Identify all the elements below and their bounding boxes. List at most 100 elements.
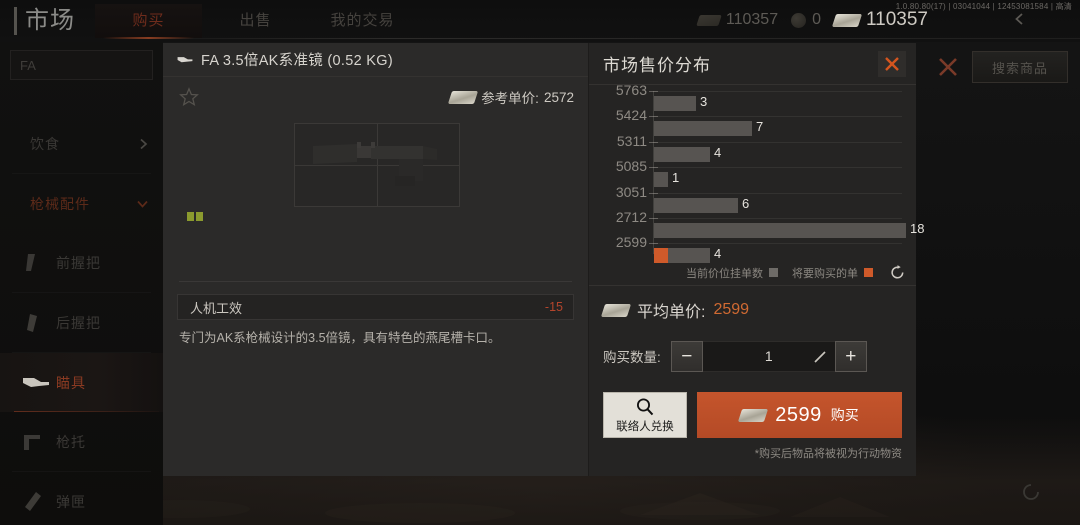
tab-sell[interactable]: 出售 (202, 4, 309, 38)
chart-value-label: 1 (672, 170, 680, 186)
reference-price-value: 2572 (543, 89, 574, 105)
sidebar-item-scope[interactable]: 瞄具 (0, 353, 163, 412)
item-subheader: 参考单价: 2572 (163, 77, 588, 117)
average-price-value: 2599 (713, 301, 750, 318)
action-buttons: 联络人兑换 2599 购买 (589, 380, 916, 438)
pencil-icon[interactable] (813, 350, 827, 364)
legend-swatch (864, 268, 873, 277)
currency-coin: 0 (791, 11, 821, 29)
chart-value-label: 6 (742, 195, 750, 211)
average-price-label: 平均单价: (637, 304, 706, 321)
stat-row: 人机工效 -15 (177, 294, 574, 320)
chart-axis-tick (649, 91, 658, 92)
chart-y-tick-label: 5763 (615, 82, 647, 98)
sidebar-item-magazine[interactable]: 弹匣 (0, 472, 163, 525)
chart-axis-tick (649, 116, 658, 118)
game-market-screen: 市场 购买 出售 我的交易 110357 0 110357 1.0.80.80(… (0, 0, 1080, 525)
item-grid-cell (294, 123, 460, 207)
chart-y-tick-label: 2712 (615, 208, 647, 225)
magazine-icon (22, 490, 56, 514)
close-panel-button[interactable] (878, 50, 906, 77)
chart-bar-row: 2599 4 (597, 234, 906, 268)
scope-icon (22, 375, 56, 391)
market-price-panel: 市场售价分布 5763 3 5424 7 5311 4 5085 1 3051 6 2712 18 25… (589, 43, 924, 476)
contact-exchange-button[interactable]: 联络人兑换 (603, 392, 687, 438)
panel-header: 市场售价分布 (589, 43, 916, 85)
search-input[interactable]: FA (10, 50, 153, 80)
top-bar: 市场 购买 出售 我的交易 110357 0 110357 1.0.80.80(… (0, 0, 1080, 42)
average-price-row: 平均单价: 2599 (589, 288, 916, 332)
chart-gridline (653, 91, 902, 92)
chevron-right-icon (140, 138, 148, 149)
chart-y-tick-label: 5424 (615, 107, 647, 124)
currency-cash-main: 110357 (831, 9, 928, 31)
cash-icon (831, 13, 863, 27)
stat-value: -15 (544, 300, 563, 314)
chart-plot-area: 5763 3 5424 7 5311 4 5085 1 3051 6 2712 18 2599 4 (597, 82, 924, 264)
chart-title: 市场售价分布 (603, 56, 711, 75)
grip-icon (22, 312, 56, 334)
quantity-input[interactable]: 1 (702, 340, 835, 372)
chart-axis-tick (649, 141, 658, 143)
detail-divider (179, 281, 572, 282)
quantity-increase-button[interactable]: + (834, 340, 867, 372)
cash-icon (600, 303, 632, 317)
durability-indicator (187, 212, 203, 221)
chart-value-label: 7 (756, 119, 764, 135)
sidebar-item-label: 前握把 (56, 254, 101, 271)
chart-y-tick-label: 3051 (615, 183, 647, 200)
sidebar-item-label: 饮食 (30, 135, 60, 152)
quantity-label: 购买数量: (603, 350, 661, 365)
chart-axis-tick (649, 167, 658, 169)
chart-value-label: 3 (700, 94, 708, 109)
sidebar-item-grip[interactable]: 后握把 (0, 293, 163, 352)
chart-value-label: 4 (714, 246, 722, 262)
sidebar-item-foregrip[interactable]: 前握把 (0, 233, 163, 292)
sidebar-item-label: 枪械配件 (30, 195, 90, 212)
quantity-value: 1 (764, 348, 773, 364)
star-icon[interactable] (179, 87, 199, 107)
chevron-down-icon (137, 200, 148, 208)
sidebar-item-weapon-attachments[interactable]: 枪械配件 (0, 174, 163, 233)
chart-gridline (653, 192, 902, 194)
chart-y-tick-label: 5085 (615, 158, 647, 175)
item-detail-header: FA 3.5倍AK系准镜 (0.52 KG) (163, 43, 588, 77)
stock-icon (22, 431, 56, 453)
chart-value-label: 4 (714, 144, 722, 160)
sidebar-item-label: 瞄具 (56, 374, 86, 391)
version-info: 1.0.80.80(17) | 03041044 | 12453081584 |… (895, 2, 1072, 11)
cash-icon (448, 90, 479, 104)
contact-exchange-label: 联络人兑换 (616, 420, 674, 433)
chart-bar (654, 146, 710, 162)
scope-item-image (313, 142, 437, 186)
chart-bar (654, 96, 696, 111)
quantity-decrease-button[interactable]: − (670, 340, 703, 372)
sidebar-item-food[interactable]: 饮食 (0, 114, 163, 173)
currency-value: 0 (812, 11, 821, 28)
cash-icon (738, 408, 769, 422)
close-icon (885, 56, 899, 71)
item-title: FA 3.5倍AK系准镜 (0.52 KG) (201, 53, 393, 69)
search-goods-button[interactable]: 搜索商品 (972, 51, 1068, 83)
currency-value: 110357 (866, 9, 928, 30)
tab-buy[interactable]: 购买 (95, 4, 202, 39)
legend-swatch (769, 268, 778, 277)
search-icon (637, 398, 654, 415)
chart-bar-pending (654, 248, 668, 264)
sidebar-item-label: 枪托 (56, 433, 86, 450)
chart-gridline (653, 141, 902, 143)
reference-price: 参考单价: 2572 (448, 87, 574, 107)
durability-block (187, 212, 194, 221)
tab-my-trades[interactable]: 我的交易 (309, 4, 416, 38)
refresh-icon[interactable] (1020, 481, 1042, 503)
chart-axis-tick (649, 192, 658, 194)
close-icon[interactable] (936, 55, 960, 79)
chevron-left-icon[interactable] (1012, 11, 1028, 27)
item-preview-area (177, 117, 574, 277)
page-title: 市场 (14, 7, 75, 35)
sidebar-item-label: 弹匣 (56, 493, 86, 510)
buy-button[interactable]: 2599 购买 (697, 392, 902, 438)
sidebar-item-stock[interactable]: 枪托 (0, 412, 163, 471)
quantity-row: 购买数量: − 1 + (589, 332, 916, 380)
durability-block (196, 212, 203, 221)
